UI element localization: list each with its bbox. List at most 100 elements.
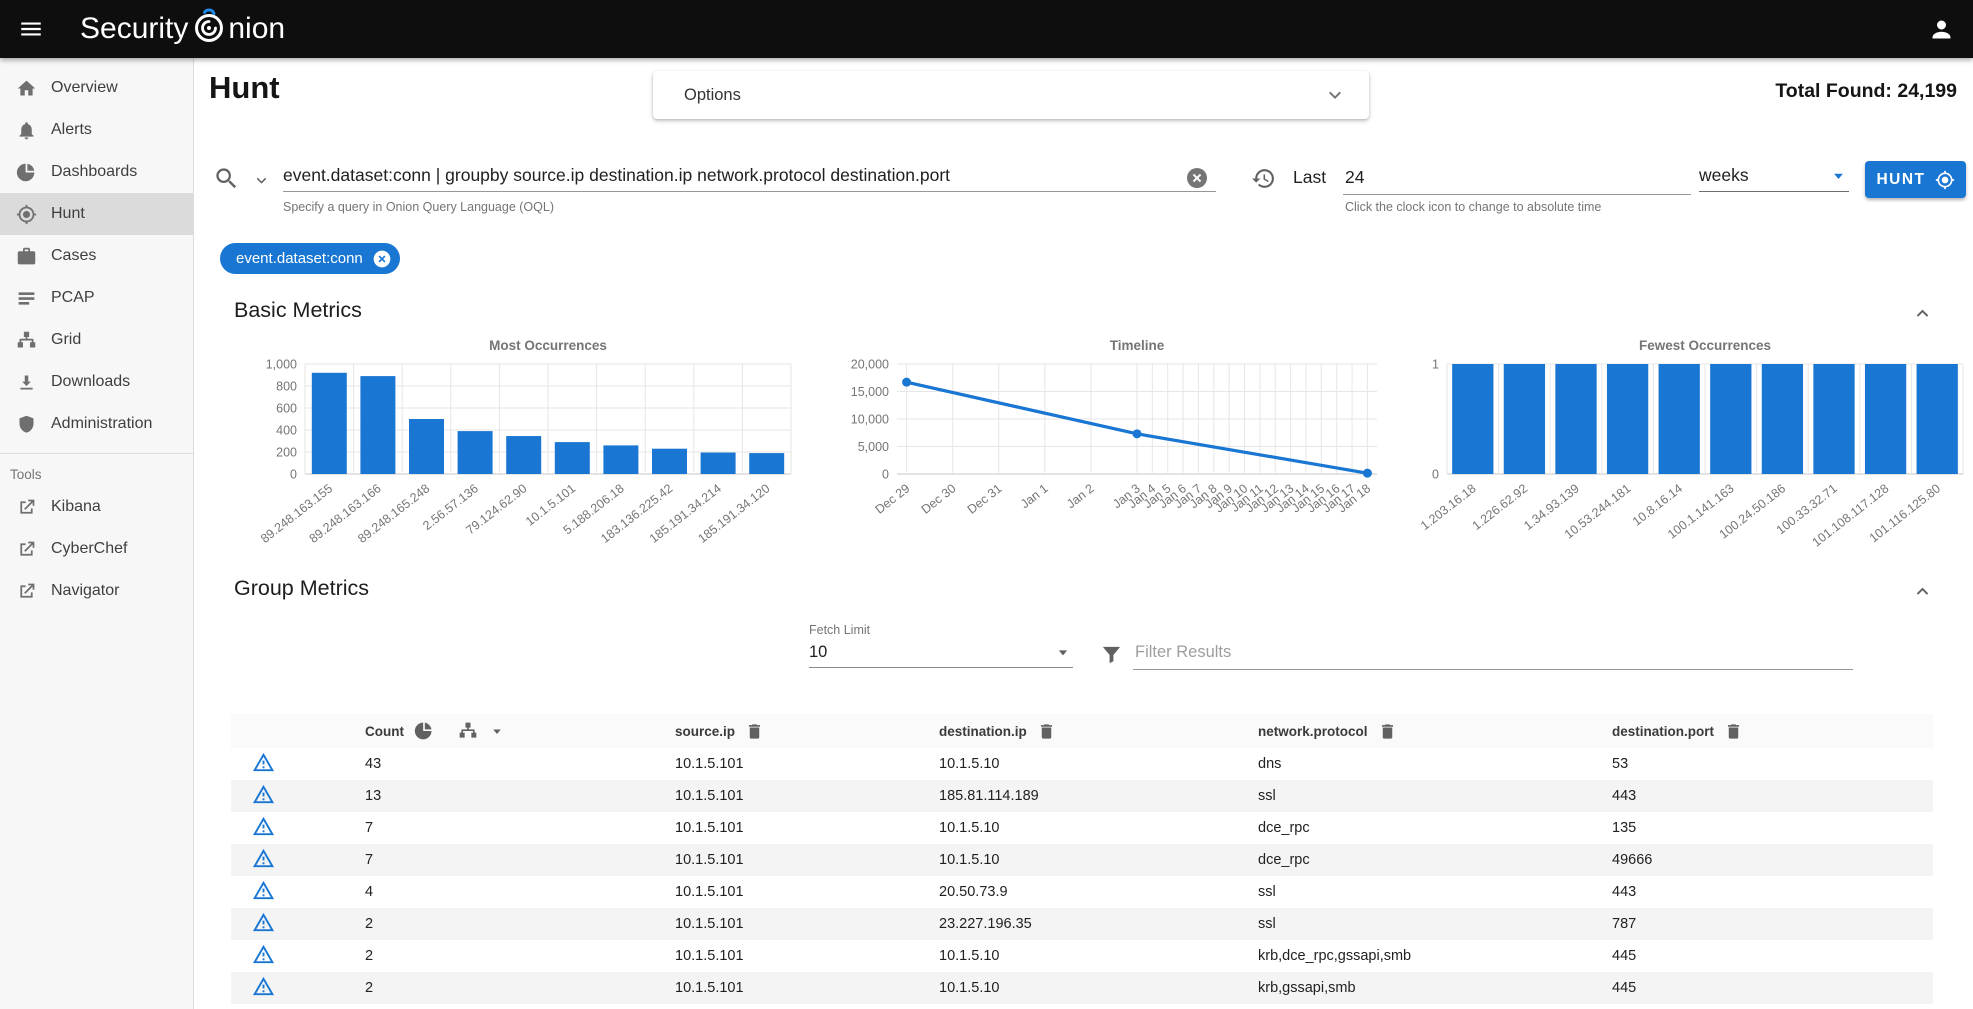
data-point[interactable] (902, 378, 911, 387)
trash-icon[interactable] (1724, 722, 1743, 741)
bar[interactable] (555, 442, 590, 474)
column-label-destination-ip[interactable]: destination.ip (939, 724, 1027, 739)
warning-icon[interactable] (252, 911, 275, 934)
bar[interactable] (1504, 364, 1545, 474)
sidebar-tool-cyberchef[interactable]: CyberChef (0, 528, 193, 570)
header-network-protocol: network.protocol (1258, 722, 1612, 741)
filter-results-input[interactable] (1133, 636, 1853, 670)
table-row[interactable]: 4310.1.5.10110.1.5.10dns53 (231, 748, 1933, 780)
bar[interactable] (1607, 364, 1648, 474)
sidebar-nav: OverviewAlerts Dashboards HuntCasesPCAPGri… (0, 67, 193, 445)
bar[interactable] (652, 449, 687, 474)
column-label-network-protocol[interactable]: network.protocol (1258, 724, 1368, 739)
sidebar-item-alerts[interactable]: Alerts (0, 109, 193, 151)
svg-text:1.203.16.18: 1.203.16.18 (1418, 481, 1479, 533)
clear-query-icon[interactable] (1185, 166, 1209, 190)
bar[interactable] (360, 376, 395, 474)
bar[interactable] (1813, 364, 1854, 474)
menu-icon[interactable] (18, 16, 44, 42)
fetch-limit-value: 10 (809, 643, 827, 662)
security-onion-app: Security nion OverviewAlertsDashboardsHu… (0, 0, 1973, 1009)
warning-icon[interactable] (252, 847, 275, 870)
group-metrics-table: Count source.ip destination.ip network.p… (231, 714, 1933, 1004)
table-row[interactable]: 710.1.5.10110.1.5.10dce_rpc49666 (231, 844, 1933, 876)
sidebar-item-label: Administration (51, 415, 152, 433)
table-row[interactable]: 210.1.5.10123.227.196.35ssl787 (231, 908, 1933, 940)
bar[interactable] (506, 436, 541, 474)
bar[interactable] (1659, 364, 1700, 474)
collapse-group-metrics-icon[interactable] (1911, 580, 1934, 603)
table-row[interactable]: 1310.1.5.101185.81.114.189ssl443 (231, 780, 1933, 812)
sidebar-item-label: Dashboards (51, 163, 137, 181)
group-metrics-title: Group Metrics (234, 576, 369, 601)
options-panel[interactable]: Options (653, 71, 1369, 119)
bar[interactable] (749, 453, 784, 474)
cell-destination-port: 135 (1612, 820, 1933, 836)
user-avatar-icon[interactable] (1928, 16, 1955, 43)
sidebar-item-administration[interactable]: Administration (0, 403, 193, 445)
bar[interactable] (1710, 364, 1751, 474)
bar[interactable] (701, 453, 736, 474)
filter-chip[interactable]: event.dataset:conn (220, 243, 400, 274)
cell-network-protocol: ssl (1258, 884, 1612, 900)
sidebar-item-overview[interactable]: Overview (0, 67, 193, 109)
row-actions-cell (231, 783, 365, 810)
column-label-source-ip[interactable]: source.ip (675, 724, 735, 739)
pie-chart-icon[interactable] (414, 721, 434, 741)
sidebar-item-hunt[interactable]: Hunt (0, 193, 193, 235)
trash-icon[interactable] (1378, 722, 1397, 741)
collapse-basic-metrics-icon[interactable] (1911, 302, 1934, 325)
data-point[interactable] (1363, 469, 1372, 478)
sidebar-item-dashboards[interactable]: Dashboards (0, 151, 193, 193)
bar[interactable] (1762, 364, 1803, 474)
time-value-input[interactable] (1343, 160, 1691, 195)
cell-source-ip: 10.1.5.101 (675, 916, 939, 932)
sidebar-item-cases[interactable]: Cases (0, 235, 193, 277)
column-label-destination-port[interactable]: destination.port (1612, 724, 1714, 739)
time-unit-select[interactable]: weeks (1699, 160, 1849, 192)
table-row[interactable]: 210.1.5.10110.1.5.10krb,gssapi,smb445 (231, 972, 1933, 1004)
svg-text:0: 0 (1432, 468, 1439, 482)
remove-filter-icon[interactable] (372, 249, 392, 269)
bar[interactable] (312, 373, 347, 474)
bar[interactable] (1452, 364, 1493, 474)
sidebar-item-downloads[interactable]: Downloads (0, 361, 193, 403)
clock-history-icon[interactable] (1251, 166, 1276, 191)
sidebar-item-pcap[interactable]: PCAP (0, 277, 193, 319)
bar[interactable] (1917, 364, 1958, 474)
warning-icon[interactable] (252, 879, 275, 902)
sidebar-tool-navigator[interactable]: Navigator (0, 570, 193, 612)
bar[interactable] (1555, 364, 1596, 474)
time-range-label: Last (1293, 167, 1326, 188)
warning-icon[interactable] (252, 943, 275, 966)
table-row[interactable]: 410.1.5.10120.50.73.9ssl443 (231, 876, 1933, 908)
group-table-body: 4310.1.5.10110.1.5.10dns531310.1.5.10118… (231, 748, 1933, 1004)
warning-icon[interactable] (252, 815, 275, 838)
svg-text:Fewest Occurrences: Fewest Occurrences (1639, 338, 1771, 353)
graph-icon[interactable] (458, 721, 478, 741)
fetch-limit-select[interactable]: 10 (809, 639, 1073, 668)
hunt-button[interactable]: HUNT (1865, 161, 1966, 198)
trash-icon[interactable] (745, 722, 764, 741)
trash-icon[interactable] (1037, 722, 1056, 741)
column-label-count[interactable]: Count (365, 724, 404, 739)
caret-down-icon[interactable] (488, 722, 506, 740)
query-input[interactable] (283, 160, 1216, 192)
bar[interactable] (603, 445, 638, 474)
bar[interactable] (458, 431, 493, 474)
sidebar-item-grid[interactable]: Grid (0, 319, 193, 361)
bar[interactable] (1865, 364, 1906, 474)
warning-icon[interactable] (252, 751, 275, 774)
most-occurrences-chart: Most Occurrences02004006008001,00089.248… (231, 334, 803, 568)
data-point[interactable] (1133, 429, 1142, 438)
cell-destination-port: 443 (1612, 788, 1933, 804)
table-row[interactable]: 210.1.5.10110.1.5.10krb,dce_rpc,gssapi,s… (231, 940, 1933, 972)
table-row[interactable]: 710.1.5.10110.1.5.10dce_rpc135 (231, 812, 1933, 844)
query-history-caret-icon[interactable] (252, 171, 271, 190)
cell-destination-ip: 10.1.5.10 (939, 852, 1258, 868)
sidebar-tool-kibana[interactable]: Kibana (0, 486, 193, 528)
row-actions-cell (231, 879, 365, 906)
warning-icon[interactable] (252, 783, 275, 806)
warning-icon[interactable] (252, 975, 275, 998)
bar[interactable] (409, 419, 444, 474)
